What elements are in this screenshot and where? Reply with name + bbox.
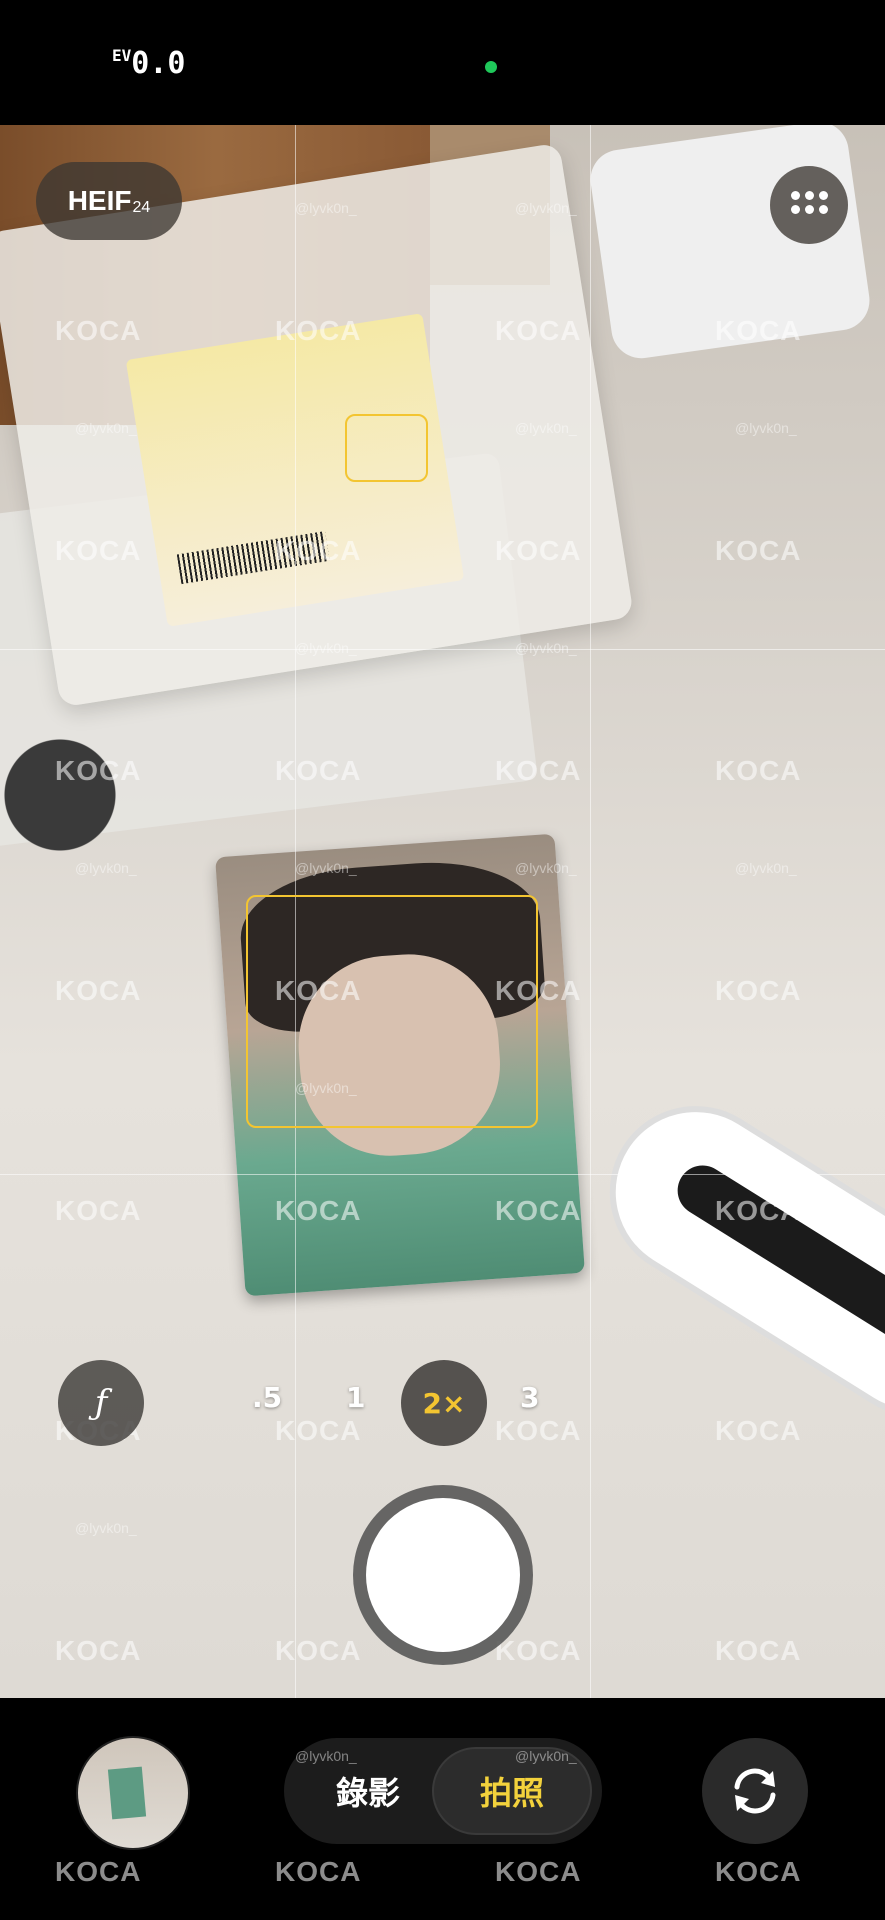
format-label: HEIF — [67, 185, 132, 216]
watermark-logo: KOCA — [275, 1635, 362, 1666]
shutter-button[interactable] — [353, 1485, 533, 1665]
watermark-handle: @lyvk0n_ — [735, 420, 797, 436]
switch-camera-button[interactable] — [702, 1738, 808, 1844]
watermark-logo: KOCA — [495, 1195, 582, 1226]
watermark-logo: KOCA — [715, 975, 802, 1006]
watermark-logo: KOCA — [275, 315, 362, 346]
camera-viewfinder[interactable]: HEIF 24 KOCA KOCA KOCA KOCA KOCA KOCA KOC… — [0, 125, 885, 1698]
watermark-logo: KOCA — [55, 755, 142, 786]
watermark-logo: KOCA — [495, 755, 582, 786]
watermark-handle: @lyvk0n_ — [515, 420, 577, 436]
scene-holder-slot — [668, 1156, 885, 1369]
watermark-logo: KOCA — [55, 535, 142, 566]
watermark-logo: KOCA — [275, 1856, 362, 1887]
watermark-handle: @lyvk0n_ — [295, 860, 357, 876]
aperture-button[interactable]: ƒ — [58, 1360, 144, 1446]
watermark-handle: @lyvk0n_ — [75, 420, 137, 436]
watermark-logo: KOCA — [495, 1856, 582, 1887]
watermark-logo: KOCA — [55, 975, 142, 1006]
watermark-handle: @lyvk0n_ — [515, 200, 577, 216]
gallery-thumbnail-image — [107, 1766, 147, 1820]
zoom-option-1[interactable]: 1 — [346, 1381, 365, 1414]
ev-label: EV — [112, 46, 132, 65]
watermark-logo: KOCA — [495, 1635, 582, 1666]
grid-line-vertical — [590, 125, 591, 1698]
exposure-value[interactable]: EV0.0 — [112, 46, 185, 81]
watermark-handle: @lyvk0n_ — [735, 860, 797, 876]
format-button[interactable]: HEIF 24 — [36, 162, 182, 240]
watermark-logo: KOCA — [715, 125, 801, 127]
shutter-button-inner — [366, 1498, 520, 1652]
watermark-logo: KOCA — [275, 1195, 362, 1226]
watermark-logo: KOCA — [715, 315, 802, 346]
watermark-logo: KOCA — [715, 1856, 802, 1887]
watermark-logo: KOCA — [55, 1635, 142, 1666]
watermark-handle: @lyvk0n_ — [515, 1748, 577, 1764]
zoom-option-2-selected[interactable]: 2× — [401, 1360, 487, 1446]
watermark-logo: KOCA — [55, 315, 142, 346]
watermark-logo: KOCA — [275, 535, 362, 566]
watermark-logo: KOCA — [275, 975, 362, 1006]
grid-line-horizontal — [0, 649, 885, 650]
face-detection-box-small — [345, 414, 428, 482]
watermark-logo: KOCA — [715, 755, 802, 786]
watermark-handle: @lyvk0n_ — [75, 860, 137, 876]
watermark-logo: KOCA — [495, 975, 582, 1006]
watermark-logo: KOCA — [495, 125, 581, 127]
watermark-handle: @lyvk0n_ — [75, 1520, 137, 1536]
camera-flip-icon — [734, 1768, 776, 1814]
face-detection-box-main — [246, 895, 538, 1128]
camera-in-use-indicator — [485, 61, 497, 73]
top-bar: EV0.0 — [0, 0, 885, 125]
watermark-logo: KOCA — [495, 535, 582, 566]
watermark-handle: @lyvk0n_ — [295, 200, 357, 216]
watermark-logo: KOCA — [715, 1195, 802, 1226]
gallery-thumbnail[interactable] — [76, 1736, 190, 1850]
ev-value: 0.0 — [131, 46, 186, 81]
zoom-controls: ƒ .5 1 2× 3 — [0, 1355, 885, 1446]
more-settings-button[interactable] — [770, 166, 848, 244]
watermark-logo: KOCA — [715, 535, 802, 566]
watermark-logo: KOCA — [55, 1195, 142, 1226]
watermark-logo: KOCA — [715, 1635, 802, 1666]
bottom-bar: 錄影 拍照 KOCA KOCA KOCA KOCA @lyvk0n_ @lyvk… — [0, 1698, 885, 1920]
watermark-handle: @lyvk0n_ — [295, 1748, 357, 1764]
zoom-option-3[interactable]: 3 — [520, 1381, 539, 1414]
mode-video[interactable]: 錄影 — [336, 1768, 400, 1814]
watermark-logo: KOCA — [275, 755, 362, 786]
grid-line-horizontal — [0, 1174, 885, 1175]
watermark-handle: @lyvk0n_ — [295, 1080, 357, 1096]
watermark-logo: KOCA — [55, 1856, 142, 1887]
watermark-logo: KOCA — [55, 125, 141, 127]
watermark-handle: @lyvk0n_ — [295, 640, 357, 656]
watermark-logo: KOCA — [495, 315, 582, 346]
format-bit-depth: 24 — [132, 199, 151, 216]
watermark-handle: @lyvk0n_ — [515, 860, 577, 876]
zoom-option-0.5[interactable]: .5 — [252, 1381, 282, 1414]
watermark-handle: @lyvk0n_ — [515, 640, 577, 656]
watermark-logo: KOCA — [275, 125, 361, 127]
